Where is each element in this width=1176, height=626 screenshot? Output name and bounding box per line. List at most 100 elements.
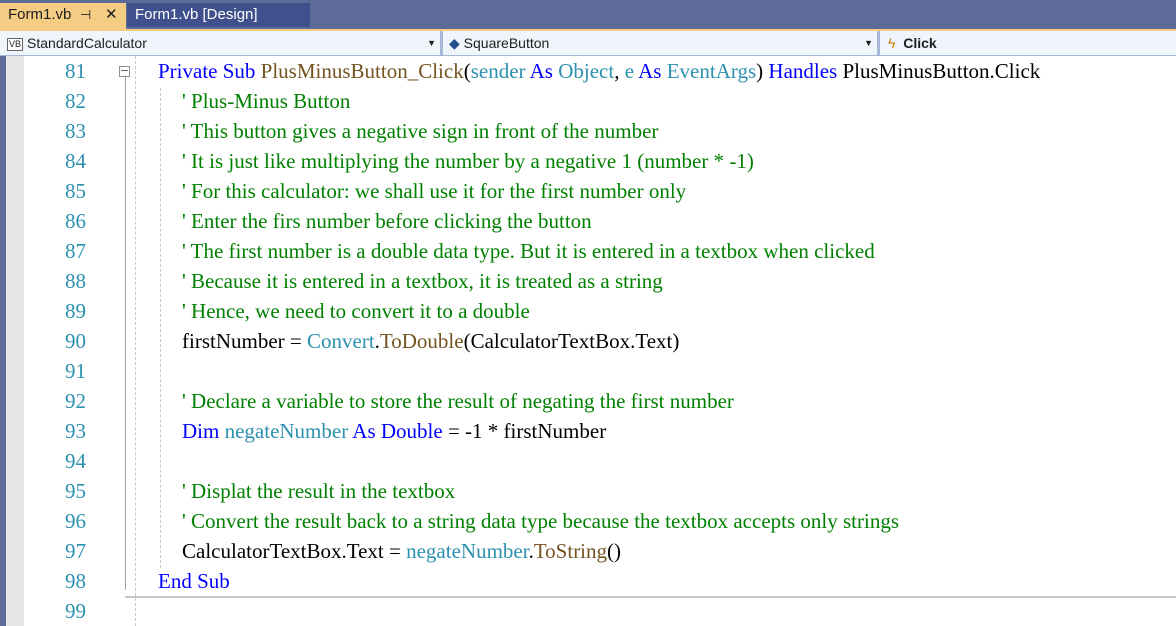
line-number: 82 <box>65 89 86 113</box>
code-token: ' Because it is entered in a textbox, it… <box>182 269 663 293</box>
code-line[interactable]: 81 Private Sub PlusMinusButton_Click(send… <box>24 56 1176 86</box>
code-text: ' Hence, we need to convert it to a doub… <box>182 296 530 326</box>
object-dropdown[interactable]: ◆ SquareButton ▼ <box>443 31 880 56</box>
indicator-margin <box>6 56 24 626</box>
indent-guide <box>160 88 161 568</box>
code-text: ' Plus-Minus Button <box>182 86 350 116</box>
line-number: 83 <box>65 119 86 143</box>
code-token: = -1 * firstNumber <box>447 419 607 443</box>
code-token: () <box>607 539 622 563</box>
code-token: Private Sub <box>158 59 261 83</box>
method-separator <box>125 596 1176 598</box>
code-line[interactable]: 94 <box>24 446 1176 476</box>
line-number: 95 <box>65 479 86 503</box>
code-token: ' It is just like multiplying the number… <box>182 149 754 173</box>
indent-guide <box>135 56 136 626</box>
code-token: ' Enter the firs number before clicking … <box>182 209 592 233</box>
code-editor[interactable]: 81 Private Sub PlusMinusButton_Click(send… <box>24 56 1176 626</box>
code-text: ' Enter the firs number before clicking … <box>182 206 592 236</box>
code-token: ( <box>463 59 471 83</box>
pin-icon[interactable]: ⊣ <box>80 3 91 27</box>
vb-project-icon: VB <box>7 37 24 51</box>
line-number: 86 <box>65 209 86 233</box>
code-line[interactable]: 85 ' For this calculator: we shall use it… <box>24 176 1176 206</box>
tab-label: Form1.vb <box>8 6 72 23</box>
line-number: 88 <box>65 269 86 293</box>
line-number: 84 <box>65 149 86 173</box>
code-line[interactable]: 97 CalculatorTextBox.Text = negateNumber.… <box>24 536 1176 566</box>
collapse-icon[interactable]: − <box>119 65 130 77</box>
code-line[interactable]: 96 ' Convert the result back to a string … <box>24 506 1176 536</box>
code-text: ' Because it is entered in a textbox, it… <box>182 266 663 296</box>
code-token: ' The first number is a double data type… <box>182 239 875 263</box>
code-token: sender <box>470 59 530 83</box>
line-number: 91 <box>65 359 86 383</box>
line-number: 87 <box>65 239 86 263</box>
line-number: 96 <box>65 509 86 533</box>
code-token: ' Hence, we need to convert it to a doub… <box>182 299 530 323</box>
line-number: 89 <box>65 299 86 323</box>
tab-form1-design[interactable]: Form1.vb [Design] <box>127 3 310 27</box>
project-label: StandardCalculator <box>27 35 147 51</box>
code-token: PlusMinusButton_Click <box>260 59 464 83</box>
code-token: EventArgs <box>666 59 757 83</box>
code-token: As Double <box>352 419 448 443</box>
close-icon[interactable]: ✕ <box>105 3 118 27</box>
code-line[interactable]: 83 ' This button gives a negative sign in… <box>24 116 1176 146</box>
code-text: ' It is just like multiplying the number… <box>182 146 754 176</box>
code-token: ' This button gives a negative sign in f… <box>182 119 659 143</box>
code-line[interactable]: 87 ' The first number is a double data ty… <box>24 236 1176 266</box>
chevron-down-icon: ▼ <box>427 38 436 48</box>
code-text: ' Displat the result in the textbox <box>182 476 455 506</box>
code-line[interactable]: 99 <box>24 596 1176 626</box>
code-text: ' Convert the result back to a string da… <box>182 506 899 536</box>
code-token: Convert <box>307 329 375 353</box>
code-text: Private Sub PlusMinusButton_Click(sender… <box>158 56 1040 86</box>
code-token: ' Plus-Minus Button <box>182 89 351 113</box>
document-tab-bar: Form1.vb ⊣ ✕ Form1.vb [Design] <box>0 0 1176 29</box>
lightning-icon: ϟ <box>888 35 896 51</box>
line-number: 92 <box>65 389 86 413</box>
code-line[interactable]: 93 Dim negateNumber As Double = -1 * firs… <box>24 416 1176 446</box>
code-token: PlusMinusButton.Click <box>842 59 1041 83</box>
code-line[interactable]: 91 <box>24 356 1176 386</box>
code-line[interactable]: 88 ' Because it is entered in a textbox, … <box>24 266 1176 296</box>
project-dropdown[interactable]: VB StandardCalculator ▼ <box>0 31 443 56</box>
code-token: ' For this calculator: we shall use it f… <box>182 179 687 203</box>
code-line[interactable]: 92 ' Declare a variable to store the resu… <box>24 386 1176 416</box>
code-token: firstNumber = <box>182 329 307 353</box>
code-line[interactable]: 82 ' Plus-Minus Button <box>24 86 1176 116</box>
class-icon: ◆ <box>449 35 460 51</box>
outline-line <box>125 70 126 590</box>
code-token: ) <box>756 59 769 83</box>
code-token: (CalculatorTextBox.Text) <box>463 329 680 353</box>
code-token: e <box>624 59 639 83</box>
code-token: As <box>529 59 559 83</box>
line-number: 81 <box>65 59 86 83</box>
code-text: firstNumber = Convert.ToDouble(Calculato… <box>182 326 679 356</box>
code-token: ' Declare a variable to store the result… <box>182 389 734 413</box>
code-token: negateNumber <box>406 539 529 563</box>
tab-label: Form1.vb [Design] <box>135 6 258 23</box>
code-token: End Sub <box>158 569 230 593</box>
code-token: Handles <box>768 59 843 83</box>
code-line[interactable]: 84 ' It is just like multiplying the numb… <box>24 146 1176 176</box>
event-label: Click <box>903 35 937 51</box>
line-number: 97 <box>65 539 86 563</box>
code-line[interactable]: 95 ' Displat the result in the textbox <box>24 476 1176 506</box>
navigation-bar: VB StandardCalculator ▼ ◆ SquareButton ▼ … <box>0 29 1176 56</box>
line-number: 94 <box>65 449 86 473</box>
code-token: ToString <box>533 539 608 563</box>
event-dropdown[interactable]: ϟ Click <box>880 31 1176 56</box>
code-token: As <box>638 59 667 83</box>
line-number: 98 <box>65 569 86 593</box>
code-line[interactable]: 90 firstNumber = Convert.ToDouble(Calcula… <box>24 326 1176 356</box>
tab-form1-vb[interactable]: Form1.vb ⊣ ✕ <box>0 3 126 29</box>
code-text: CalculatorTextBox.Text = negateNumber.To… <box>182 536 621 566</box>
code-text: ' For this calculator: we shall use it f… <box>182 176 686 206</box>
code-line[interactable]: 86 ' Enter the firs number before clickin… <box>24 206 1176 236</box>
code-line[interactable]: 98 End Sub <box>24 566 1176 596</box>
code-line[interactable]: 89 ' Hence, we need to convert it to a do… <box>24 296 1176 326</box>
code-token: Object <box>558 59 615 83</box>
object-label: SquareButton <box>463 35 550 51</box>
